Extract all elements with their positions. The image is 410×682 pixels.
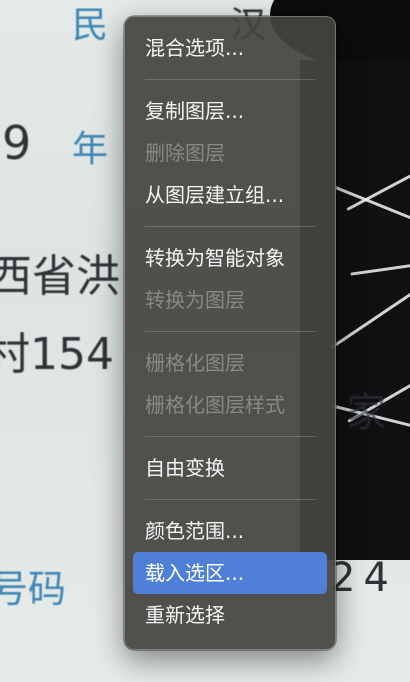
menu-separator [145, 226, 315, 227]
menu-item-convert-to-layer[interactable]: 转换为图层 [133, 279, 327, 321]
menu-item-free-transform[interactable]: 自由变换 [133, 447, 327, 489]
menu-separator [145, 79, 315, 80]
bg-text-year-label: 年 [72, 129, 109, 170]
menu-item-rasterize-layer-style[interactable]: 栅格化图层样式 [133, 384, 327, 426]
menu-item-delete-layer[interactable]: 删除图层 [133, 132, 327, 174]
menu-item-color-range[interactable]: 颜色范围... [133, 510, 327, 552]
menu-separator [145, 499, 315, 500]
bg-text-home-fragment: 家 [346, 390, 386, 436]
bg-text-address-line-2: 村154 [0, 329, 114, 380]
bg-text-address-line-1: 西省洪 [0, 251, 120, 302]
menu-item-group-from-layers[interactable]: 从图层建立组... [133, 174, 327, 216]
bg-text-id-number-label: 号码 [0, 567, 67, 611]
menu-item-blending-options[interactable]: 混合选项... [133, 27, 327, 69]
menu-item-duplicate-layer[interactable]: 复制图层... [133, 90, 327, 132]
menu-separator [145, 331, 315, 332]
bg-text-year-digit: 9 [2, 116, 32, 170]
bg-text-ethnicity-label: 民 [72, 5, 109, 46]
menu-item-load-selection[interactable]: 载入选区... [133, 552, 327, 594]
menu-item-rasterize-layer[interactable]: 栅格化图层 [133, 342, 327, 384]
menu-item-convert-to-smart-object[interactable]: 转换为智能对象 [133, 237, 327, 279]
bg-text-id-digits: 24 [330, 555, 397, 601]
layer-context-menu: 混合选项... 复制图层... 删除图层 从图层建立组... 转换为智能对象 转… [124, 16, 336, 650]
menu-item-reselect[interactable]: 重新选择 [133, 594, 327, 636]
menu-separator [145, 436, 315, 437]
